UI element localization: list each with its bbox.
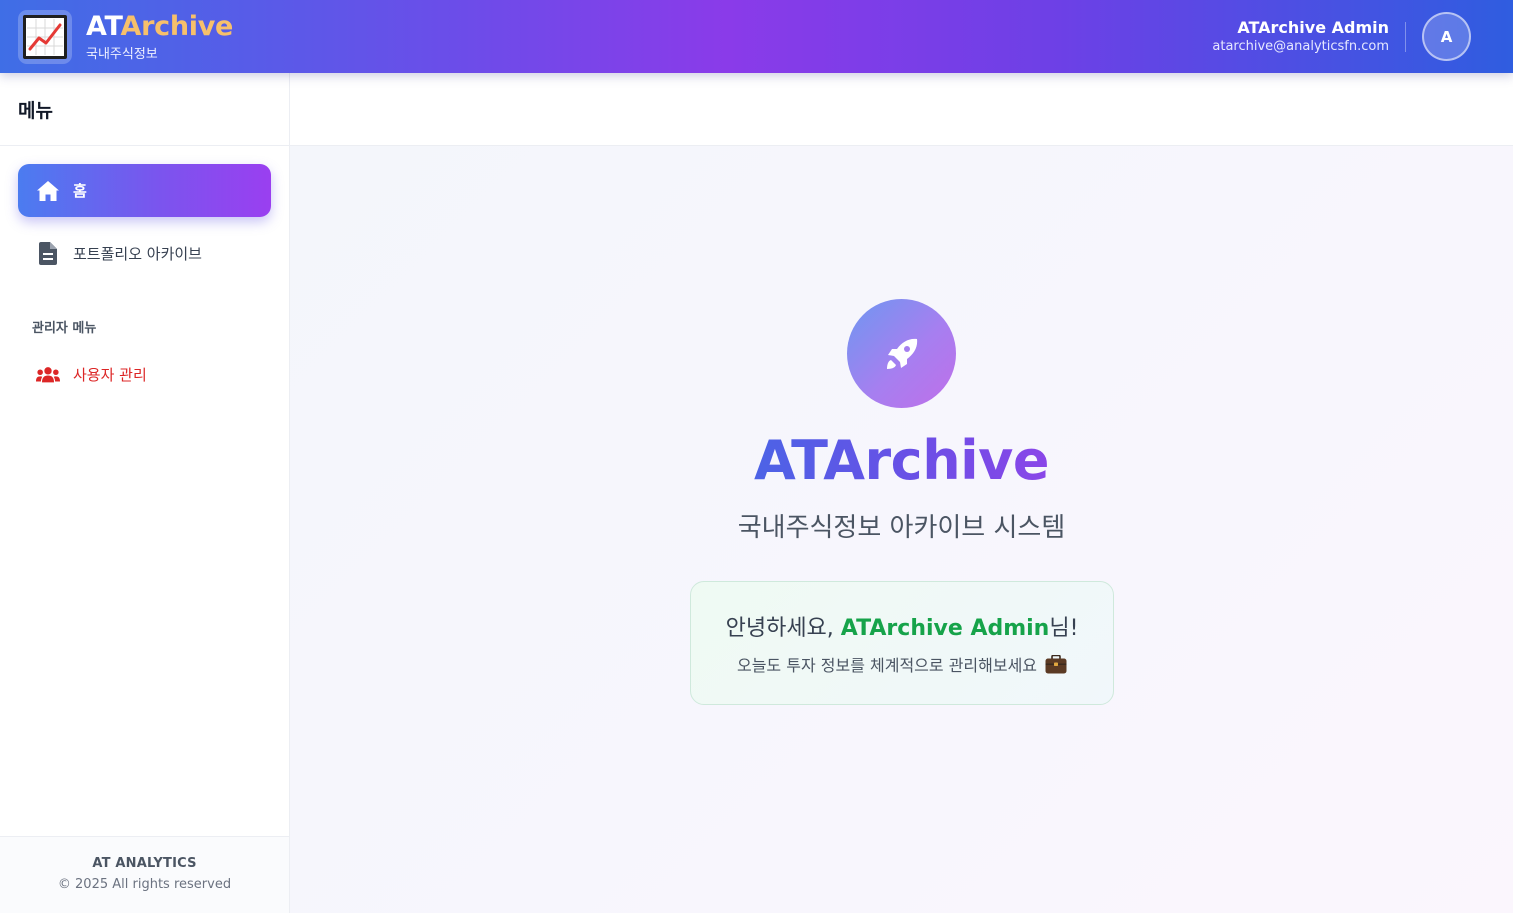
avatar[interactable]: A (1422, 12, 1471, 61)
sidebar: 메뉴 홈 포트폴리오 아카이브 관리자 메뉴 사용자 관리 AT ANALYTI… (0, 73, 290, 913)
sidebar-item-label: 사용자 관리 (73, 366, 147, 384)
main-content: ATArchive 국내주식정보 아카이브 시스템 안녕하세요, ATArchi… (290, 146, 1513, 913)
sidebar-title: 메뉴 (18, 99, 53, 122)
sidebar-item-label: 홈 (73, 182, 87, 200)
footer-copyright: © 2025 All rights reserved (57, 877, 232, 892)
admin-section-label: 관리자 메뉴 (32, 321, 97, 336)
sidebar-item-home[interactable]: 홈 (18, 164, 271, 217)
line-chart-icon (23, 14, 67, 59)
sidebar-item-label: 포트폴리오 아카이브 (73, 245, 202, 263)
main-topbar (290, 73, 1513, 146)
welcome-card: 안녕하세요, ATArchive Admin님! 오늘도 투자 정보를 체계적으… (690, 581, 1114, 705)
brand[interactable]: ATArchive 국내주식정보 (18, 9, 234, 64)
brand-name: ATArchive (86, 10, 234, 42)
sidebar-footer: AT ANALYTICS © 2025 All rights reserved (0, 836, 289, 913)
app-header: ATArchive 국내주식정보 ATArchive Admin atarchi… (0, 0, 1513, 73)
sidebar-item-portfolio-archive[interactable]: 포트폴리오 아카이브 (18, 227, 271, 280)
welcome-message: 오늘도 투자 정보를 체계적으로 관리해보세요 (691, 652, 1113, 676)
document-icon (36, 242, 60, 266)
briefcase-icon (1045, 654, 1067, 674)
users-icon (36, 363, 60, 387)
hero-subtitle: 국내주식정보 아카이브 시스템 (737, 513, 1066, 543)
user-name: ATArchive Admin (1237, 18, 1389, 37)
welcome-greeting: 안녕하세요, ATArchive Admin님! (725, 616, 1079, 641)
home-icon (36, 179, 60, 203)
sidebar-item-user-management[interactable]: 사용자 관리 (18, 348, 271, 401)
footer-company: AT ANALYTICS (92, 856, 197, 871)
user-email: atarchive@analyticsfn.com (1212, 39, 1389, 54)
rocket-icon (847, 299, 956, 408)
welcome-user-name: ATArchive Admin (840, 616, 1050, 641)
header-divider (1405, 21, 1406, 52)
user-area: ATArchive Admin atarchive@analyticsfn.co… (1212, 12, 1471, 61)
logo (18, 9, 72, 64)
hero-title: ATArchive (754, 429, 1049, 492)
brand-subtitle: 국내주식정보 (86, 46, 158, 62)
